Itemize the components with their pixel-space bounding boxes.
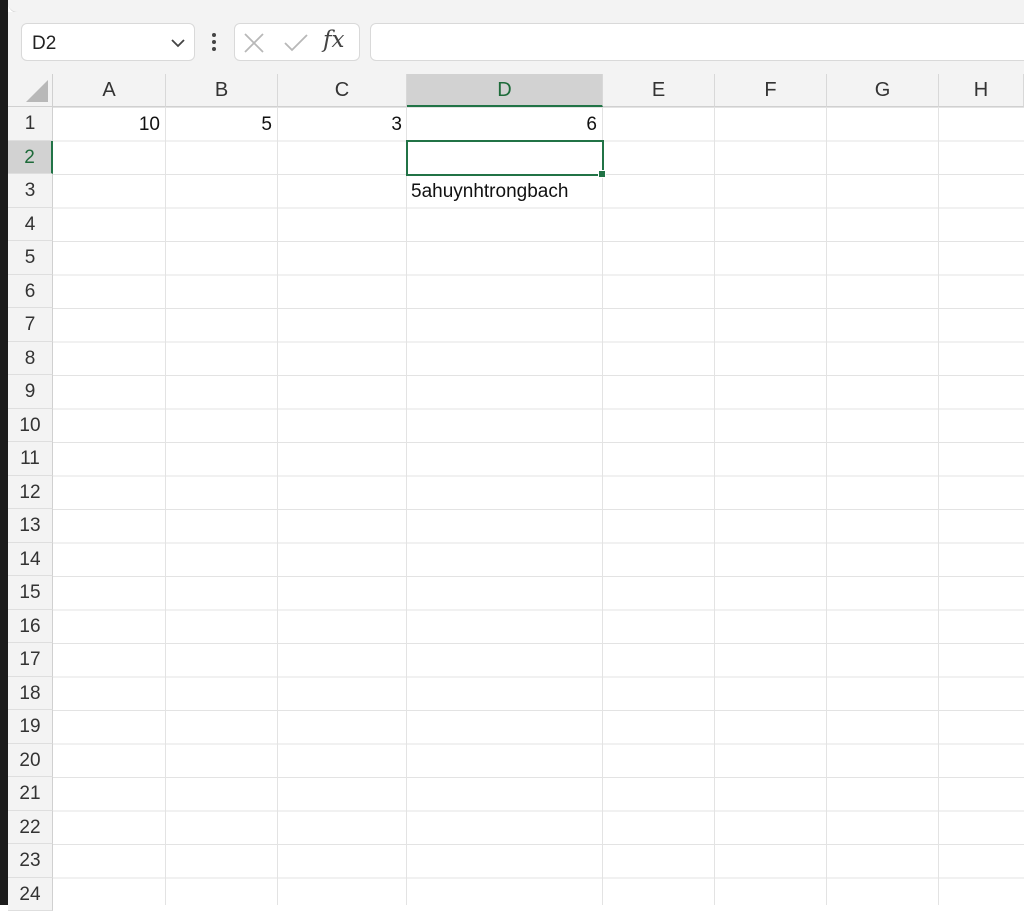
column-header-c[interactable]: C	[278, 74, 407, 107]
column-header-d[interactable]: D	[407, 74, 603, 107]
chevron-down-icon[interactable]	[168, 34, 188, 52]
cell-c1[interactable]: 3	[278, 114, 402, 136]
column-header-e[interactable]: E	[603, 74, 715, 107]
row-header-10[interactable]: 10	[8, 409, 53, 443]
column-header-h[interactable]: H	[939, 74, 1024, 107]
cell-a1[interactable]: 10	[53, 114, 160, 136]
row-header-11[interactable]: 11	[8, 442, 53, 476]
row-header-6[interactable]: 6	[8, 275, 53, 309]
formula-buttons: fx	[234, 23, 360, 61]
row-header-19[interactable]: 19	[8, 710, 53, 744]
row-header-13[interactable]: 13	[8, 509, 53, 543]
column-header-b[interactable]: B	[166, 74, 278, 107]
active-cell-d2[interactable]	[406, 140, 604, 176]
formula-bar-area: D2 fx	[8, 12, 1024, 74]
gridline	[714, 74, 715, 905]
row-header-12[interactable]: 12	[8, 476, 53, 510]
formula-input[interactable]	[370, 23, 1024, 61]
cell-d1[interactable]: 6	[407, 114, 597, 136]
worksheet-grid[interactable]: A B C D E F G H 123456789101112131415161…	[8, 74, 1024, 905]
cell-b1[interactable]: 5	[166, 114, 272, 136]
cell-d3[interactable]: 5ahuynhtrongbach	[411, 181, 568, 203]
checkmark-icon[interactable]	[283, 32, 309, 54]
row-header-3[interactable]: 3	[8, 174, 53, 208]
column-header-a[interactable]: A	[53, 74, 166, 107]
row-header-8[interactable]: 8	[8, 342, 53, 376]
gridline	[406, 74, 407, 905]
row-header-24[interactable]: 24	[8, 878, 53, 911]
row-header-20[interactable]: 20	[8, 744, 53, 778]
row-header-17[interactable]: 17	[8, 643, 53, 677]
row-header-1[interactable]: 1	[8, 107, 53, 141]
gridline	[277, 74, 278, 905]
gridline	[826, 74, 827, 905]
gridline	[938, 74, 939, 905]
row-header-4[interactable]: 4	[8, 208, 53, 242]
column-header-g[interactable]: G	[827, 74, 939, 107]
column-header-f[interactable]: F	[715, 74, 827, 107]
row-header-7[interactable]: 7	[8, 308, 53, 342]
row-header-5[interactable]: 5	[8, 241, 53, 275]
row-header-16[interactable]: 16	[8, 610, 53, 644]
row-header-23[interactable]: 23	[8, 844, 53, 878]
row-header-21[interactable]: 21	[8, 777, 53, 811]
vertical-ellipsis-icon[interactable]	[207, 30, 221, 54]
row-header-2[interactable]: 2	[8, 141, 53, 175]
row-header-15[interactable]: 15	[8, 576, 53, 610]
gridline	[165, 74, 166, 905]
row-header-9[interactable]: 9	[8, 375, 53, 409]
row-header-18[interactable]: 18	[8, 677, 53, 711]
fill-handle[interactable]	[598, 170, 606, 178]
select-all-button[interactable]	[8, 74, 53, 107]
name-box-value[interactable]: D2	[32, 33, 56, 55]
name-box[interactable]: D2	[21, 23, 195, 61]
gridline	[602, 74, 603, 905]
row-header-14[interactable]: 14	[8, 543, 53, 577]
window-left-edge	[0, 0, 8, 905]
row-header-22[interactable]: 22	[8, 811, 53, 845]
x-icon[interactable]	[243, 32, 265, 54]
fx-icon[interactable]: fx	[323, 27, 344, 53]
triangle-icon[interactable]	[26, 80, 48, 102]
